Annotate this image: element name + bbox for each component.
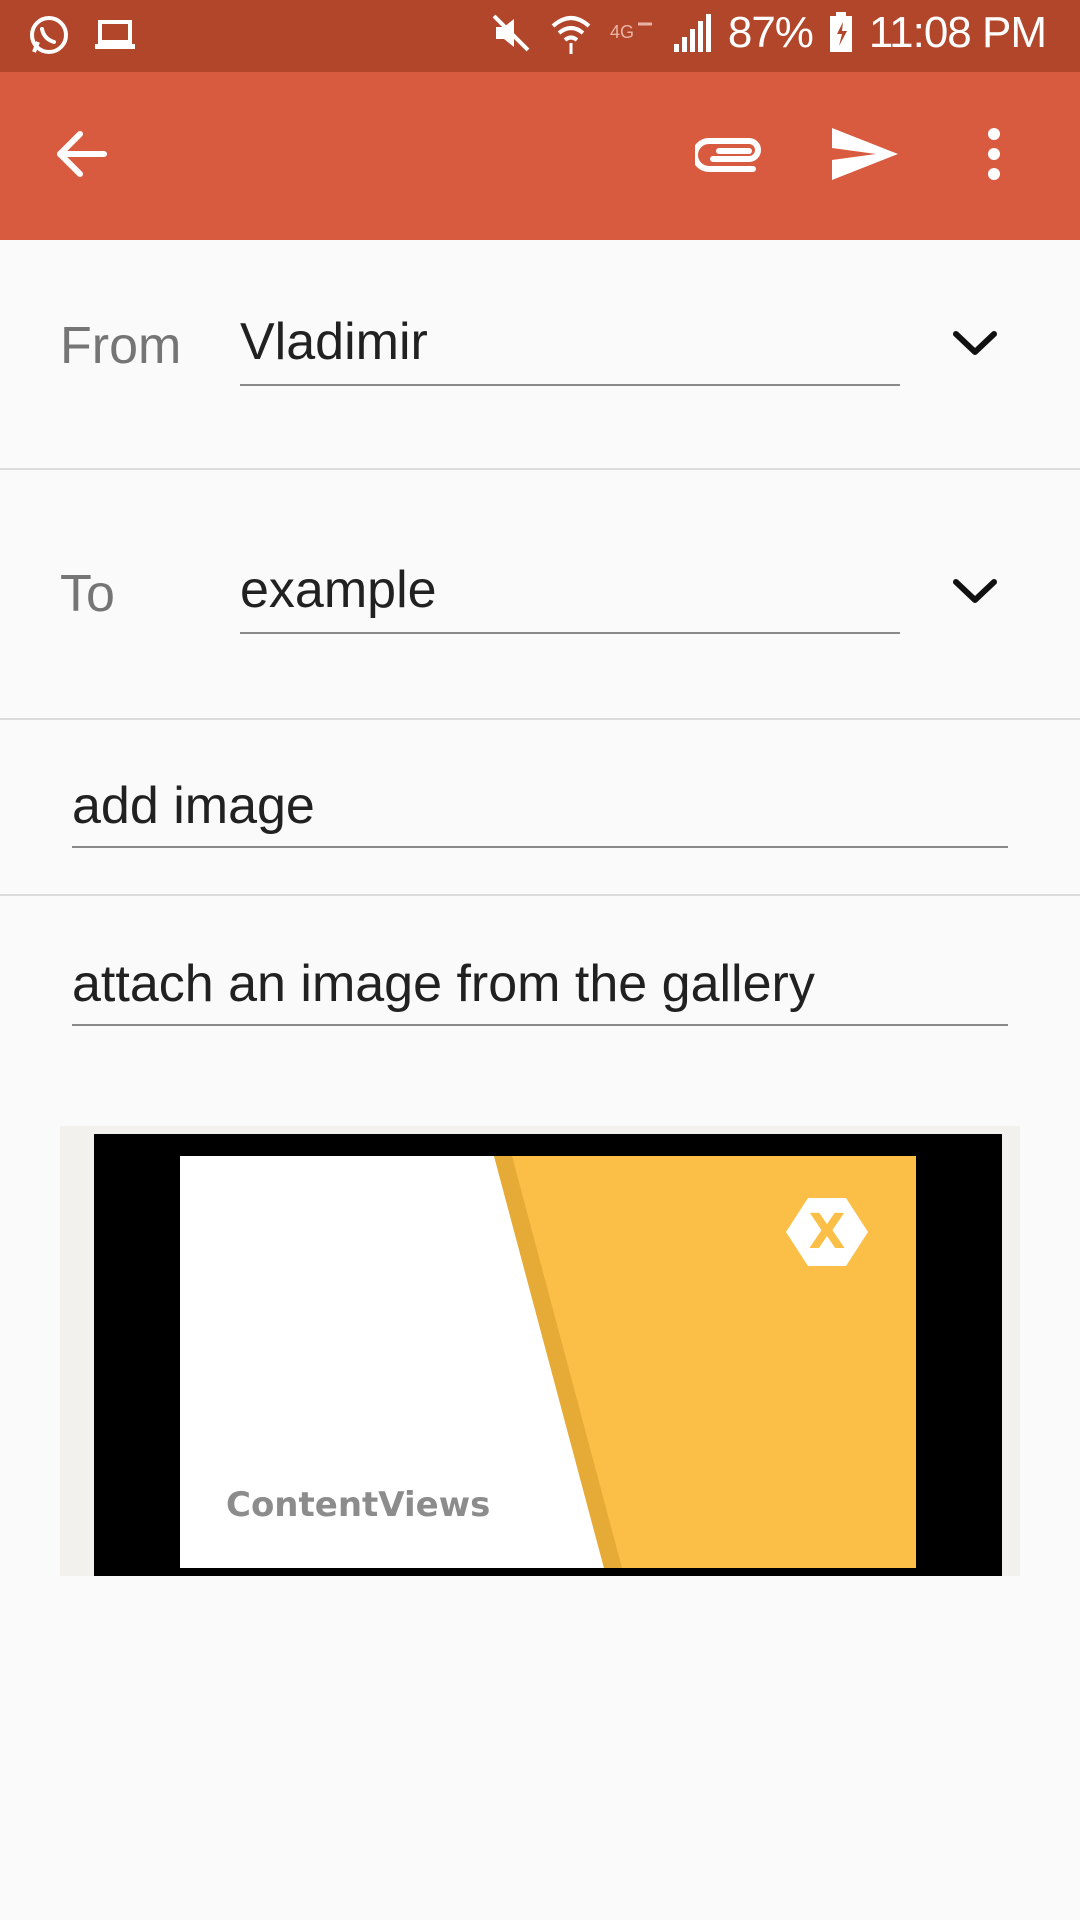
signal-icon (668, 10, 714, 56)
attach-icon (692, 129, 765, 184)
send-button[interactable] (822, 114, 906, 198)
attach-button[interactable] (688, 114, 772, 198)
chevron-down-icon (952, 576, 998, 611)
back-button[interactable] (40, 114, 124, 198)
body-field[interactable]: attach an image from the gallery (72, 954, 1008, 1026)
chevron-down-icon (952, 328, 998, 363)
to-dropdown-button[interactable] (940, 558, 1010, 628)
to-field[interactable]: example (240, 560, 900, 634)
back-arrow-icon (52, 124, 112, 189)
send-icon (828, 124, 900, 189)
battery-icon (827, 10, 855, 56)
attached-image[interactable]: X ContentViews (60, 1126, 1020, 1576)
battery-percent: 87% (727, 8, 814, 57)
subject-row: add image (0, 720, 1080, 896)
wifi-icon (548, 10, 594, 56)
from-value: Vladimir (240, 313, 428, 371)
app-bar (0, 72, 1080, 240)
subject-field[interactable]: add image (72, 776, 1008, 848)
from-dropdown-button[interactable] (940, 310, 1010, 380)
whatsapp-icon (26, 12, 72, 58)
from-row: From Vladimir (0, 240, 1080, 470)
svg-text:4G: 4G (610, 22, 634, 42)
mute-icon (488, 10, 534, 56)
to-row: To example (0, 470, 1080, 720)
overflow-menu-icon (984, 124, 1004, 189)
image-caption: ContentViews (226, 1485, 490, 1525)
status-bar: 4G 87% 11:08 PM (0, 0, 1080, 72)
to-value: example (240, 561, 437, 619)
subject-value: add image (72, 777, 315, 835)
overflow-menu-button[interactable] (952, 114, 1036, 198)
from-field[interactable]: Vladimir (240, 312, 900, 386)
logo-letter: X (808, 1204, 845, 1260)
laptop-icon (92, 12, 138, 58)
data-icon: 4G (608, 10, 654, 56)
body-value: attach an image from the gallery (72, 955, 815, 1013)
from-label: From (60, 317, 182, 375)
clock: 11:08 PM (868, 8, 1047, 57)
to-label: To (60, 565, 115, 623)
